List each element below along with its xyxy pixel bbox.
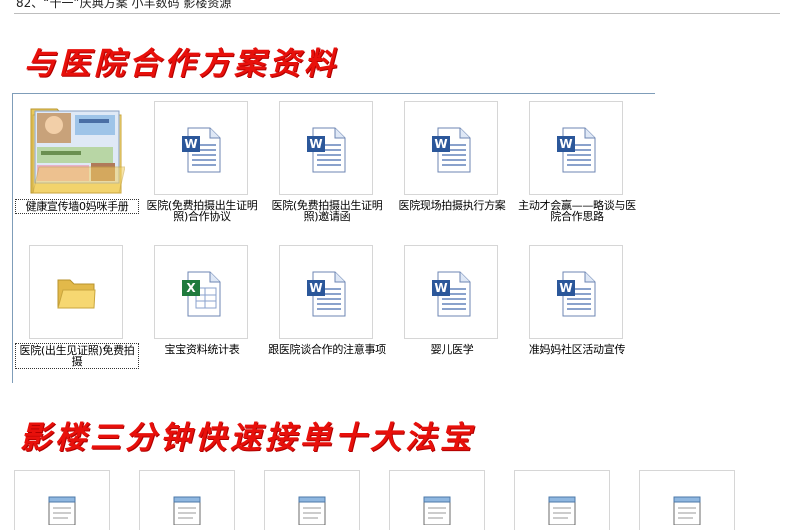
file-item-folder-health[interactable]: 健康宣传墙0妈咪手册 <box>15 96 139 236</box>
notepad-text-icon[interactable] <box>389 470 485 530</box>
file-label: 医院(免费拍摄出生证明照)合作协议 <box>146 199 258 223</box>
file-label: 跟医院谈合作的注意事项 <box>268 343 386 356</box>
file-label: 准妈妈社区活动宣传 <box>528 343 626 356</box>
file-item-notes[interactable]: W 跟医院谈合作的注意事项 <box>265 240 389 380</box>
word-document-icon: W <box>404 245 498 339</box>
file-item-baby-stats[interactable]: X 宝宝资料统计表 <box>140 240 264 380</box>
word-document-icon: W <box>529 245 623 339</box>
notepad-text-icon[interactable] <box>139 470 235 530</box>
file-item-invitation[interactable]: W 医院(免费拍摄出生证明照)邀请函 <box>265 96 389 236</box>
svg-text:W: W <box>434 281 447 295</box>
word-document-icon: W <box>404 101 498 195</box>
word-document-icon: W <box>529 101 623 195</box>
notepad-text-icon[interactable] <box>14 470 110 530</box>
file-item-execution-plan[interactable]: W 医院现场拍摄执行方案 <box>390 96 514 236</box>
svg-text:X: X <box>186 281 196 295</box>
svg-text:W: W <box>559 281 572 295</box>
file-item-folder-birth-photo[interactable]: 医院(出生见证照)免费拍摄 <box>15 240 139 380</box>
notepad-text-icon[interactable] <box>264 470 360 530</box>
svg-text:W: W <box>309 281 322 295</box>
file-label: 健康宣传墙0妈咪手册 <box>15 199 139 214</box>
file-item-community-promo[interactable]: W 准妈妈社区活动宣传 <box>515 240 639 380</box>
file-label: 医院(出生见证照)免费拍摄 <box>15 343 139 369</box>
section-title-hospital: 与医院合作方案资料 <box>24 46 339 82</box>
file-label: 医院(免费拍摄出生证明照)邀请函 <box>271 199 383 223</box>
file-item-cooperation-ideas[interactable]: W 主动才会赢——略谈与医院合作思路 <box>515 96 639 236</box>
top-caption-text: 82、“十一”庆典方案 小羊数码 影楼资源 <box>16 0 232 10</box>
word-document-icon: W <box>279 101 373 195</box>
folder-with-preview-icon <box>29 101 126 195</box>
file-label: 婴儿医学 <box>430 343 474 356</box>
top-divider <box>14 13 780 14</box>
svg-text:W: W <box>434 137 447 151</box>
hospital-files-panel: 健康宣传墙0妈咪手册 W 医院(免费拍摄出生证明照)合作协议 W 医院(免费拍摄… <box>12 93 655 383</box>
file-label: 医院现场拍摄执行方案 <box>398 199 506 212</box>
file-label: 宝宝资料统计表 <box>164 343 240 356</box>
notepad-text-icon[interactable] <box>639 470 735 530</box>
svg-text:W: W <box>559 137 572 151</box>
file-label: 主动才会赢——略谈与医院合作思路 <box>518 199 636 223</box>
excel-spreadsheet-icon: X <box>154 245 248 339</box>
word-document-icon: W <box>154 101 248 195</box>
notepad-text-icon[interactable] <box>514 470 610 530</box>
file-item-infant-medicine[interactable]: W 婴儿医学 <box>390 240 514 380</box>
word-document-icon: W <box>279 245 373 339</box>
folder-icon <box>29 245 123 339</box>
svg-text:W: W <box>309 137 322 151</box>
section-title-booking-tips: 影楼三分钟快速接单十大法宝 <box>20 420 475 456</box>
svg-text:W: W <box>184 137 197 151</box>
top-caption: 82、“十一”庆典方案 小羊数码 影楼资源 <box>0 0 794 18</box>
file-item-agreement[interactable]: W 医院(免费拍摄出生证明照)合作协议 <box>140 96 264 236</box>
